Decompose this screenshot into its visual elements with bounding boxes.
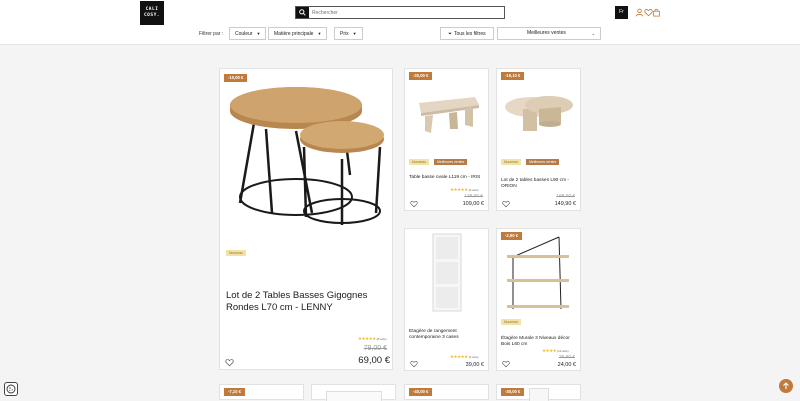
filter-color-label: Couleur bbox=[235, 31, 253, 37]
current-price: 69,00 € bbox=[358, 355, 390, 366]
site-header: CALI COSY. Fr Filtrer par : Couleur▼ Mat… bbox=[0, 0, 800, 45]
rating-stars: ★★★★★(8 avis) bbox=[358, 336, 387, 342]
all-filters-label: Tous les filtres bbox=[453, 31, 486, 37]
product-title[interactable]: Etagère de rangement contemporaine 3 cas… bbox=[409, 329, 485, 341]
cookie-icon bbox=[6, 384, 16, 394]
discount-badge: -7,10 € bbox=[224, 388, 246, 396]
wishlist-heart-icon[interactable] bbox=[225, 358, 234, 367]
product-card[interactable]: -7,10 € bbox=[219, 384, 304, 400]
old-price: 79,00 € bbox=[363, 345, 387, 352]
product-card[interactable]: -10,00 € Nouveau Lot de 2 Tables Basses … bbox=[219, 68, 393, 370]
bag-icon[interactable] bbox=[652, 8, 661, 17]
rating-stars: ★★★★(12 avis) bbox=[542, 348, 569, 354]
old-price: 26,90 € bbox=[558, 355, 575, 360]
bestseller-tag: Meilleures ventes bbox=[526, 159, 560, 165]
user-icon[interactable] bbox=[635, 8, 644, 17]
filter-label: Filtrer par : bbox=[199, 31, 224, 37]
stars-glyphs: ★★★★★ bbox=[450, 354, 468, 359]
chevron-down-icon: ⌄ bbox=[591, 31, 595, 36]
discount-badge: -40,00 € bbox=[409, 388, 433, 396]
chevron-down-icon: ▼ bbox=[352, 31, 357, 36]
filter-price-button[interactable]: Prix ▼ bbox=[334, 27, 363, 40]
chevron-down-icon: ▼ bbox=[256, 31, 261, 36]
review-count: (8 avis) bbox=[376, 337, 387, 341]
current-price: 39,00 € bbox=[465, 362, 484, 368]
search-icon bbox=[299, 9, 306, 16]
product-image bbox=[529, 388, 549, 401]
new-tag: Nouveau bbox=[409, 159, 430, 165]
new-tag: Nouveau bbox=[501, 319, 522, 325]
product-image bbox=[507, 236, 569, 310]
current-price: 24,00 € bbox=[557, 362, 576, 368]
old-price: 169,00 € bbox=[556, 194, 575, 199]
filter-price-label: Prix bbox=[340, 31, 349, 37]
language-selector[interactable]: Fr bbox=[615, 6, 628, 19]
discount-badge: -10,00 € bbox=[224, 74, 248, 82]
stars-glyphs: ★★★★ bbox=[542, 348, 557, 353]
product-image bbox=[230, 87, 384, 225]
bestseller-tag: Meilleures ventes bbox=[434, 159, 468, 165]
product-card[interactable]: -2,90 € Nouveau Étagère Murale 3 Niveaux… bbox=[496, 228, 581, 371]
sort-label: Meilleures ventes bbox=[527, 30, 566, 36]
product-card[interactable]: -19,10 € Nouveau Meilleures ventes Lot d… bbox=[496, 68, 581, 211]
filter-color-button[interactable]: Couleur ▼ bbox=[229, 27, 267, 40]
product-title[interactable]: Table basse ovale L119 cm - IRIS bbox=[409, 175, 485, 181]
arrow-up-icon bbox=[783, 382, 789, 389]
wishlist-heart-icon[interactable] bbox=[502, 200, 510, 208]
product-image bbox=[419, 97, 479, 133]
discount-badge: -30,00 € bbox=[409, 72, 433, 80]
filter-material-label: Matière principale bbox=[274, 31, 314, 37]
filter-bar: Filtrer par : Couleur ▼ Matière principal… bbox=[0, 26, 800, 42]
product-image bbox=[432, 233, 462, 312]
chevron-down-icon: ▼ bbox=[317, 31, 322, 36]
new-tag: Nouveau bbox=[501, 159, 522, 165]
rating-stars: ★★★★★(6 avis) bbox=[450, 187, 479, 193]
wishlist-heart-icon[interactable] bbox=[410, 200, 418, 208]
rating-stars: ★★★★★(3 avis) bbox=[450, 354, 479, 360]
product-image bbox=[505, 96, 573, 131]
stars-glyphs: ★★★★★ bbox=[358, 336, 376, 341]
product-card[interactable]: -40,00 € bbox=[404, 384, 489, 400]
wishlist-heart-icon[interactable] bbox=[502, 360, 510, 368]
product-title[interactable]: Étagère Murale 3 Niveaux décor Bois L60 … bbox=[501, 336, 579, 348]
product-card[interactable]: -30,00 € bbox=[496, 384, 581, 401]
discount-badge: -19,10 € bbox=[501, 72, 525, 80]
search-button[interactable] bbox=[296, 7, 309, 18]
search-input[interactable] bbox=[312, 7, 500, 18]
old-price: 139,00 € bbox=[464, 194, 483, 199]
all-filters-button[interactable]: ⏷ Tous les filtres bbox=[440, 27, 494, 40]
filter-material-button[interactable]: Matière principale ▼ bbox=[268, 27, 328, 40]
product-card[interactable] bbox=[311, 384, 396, 401]
search-bar bbox=[295, 6, 505, 19]
sort-select[interactable]: Meilleures ventes ⌄ bbox=[497, 27, 601, 40]
review-count: (3 avis) bbox=[468, 355, 479, 359]
review-count: (12 avis) bbox=[557, 349, 569, 353]
logo-line-2: COSY. bbox=[143, 13, 161, 18]
discount-badge: -30,00 € bbox=[501, 388, 525, 396]
filter-icon: ⏷ bbox=[448, 31, 452, 36]
wishlist-heart-icon[interactable] bbox=[410, 360, 418, 368]
product-card[interactable]: -30,00 € Nouveau Meilleures ventes Table… bbox=[404, 68, 489, 211]
stars-glyphs: ★★★★★ bbox=[450, 187, 468, 192]
cookie-settings-button[interactable] bbox=[4, 382, 18, 396]
product-title[interactable]: Lot de 2 tables basses L90 cm - ORION bbox=[501, 178, 577, 190]
new-tag: Nouveau bbox=[226, 250, 247, 256]
product-title[interactable]: Lot de 2 Tables Basses Gigognes Rondes L… bbox=[226, 290, 390, 314]
product-card[interactable]: Etagère de rangement contemporaine 3 cas… bbox=[404, 228, 489, 371]
current-price: 149,90 € bbox=[554, 201, 576, 207]
review-count: (6 avis) bbox=[468, 188, 479, 192]
brand-logo[interactable]: CALI COSY. bbox=[140, 1, 164, 25]
current-price: 109,00 € bbox=[462, 201, 484, 207]
back-to-top-button[interactable] bbox=[779, 379, 793, 393]
